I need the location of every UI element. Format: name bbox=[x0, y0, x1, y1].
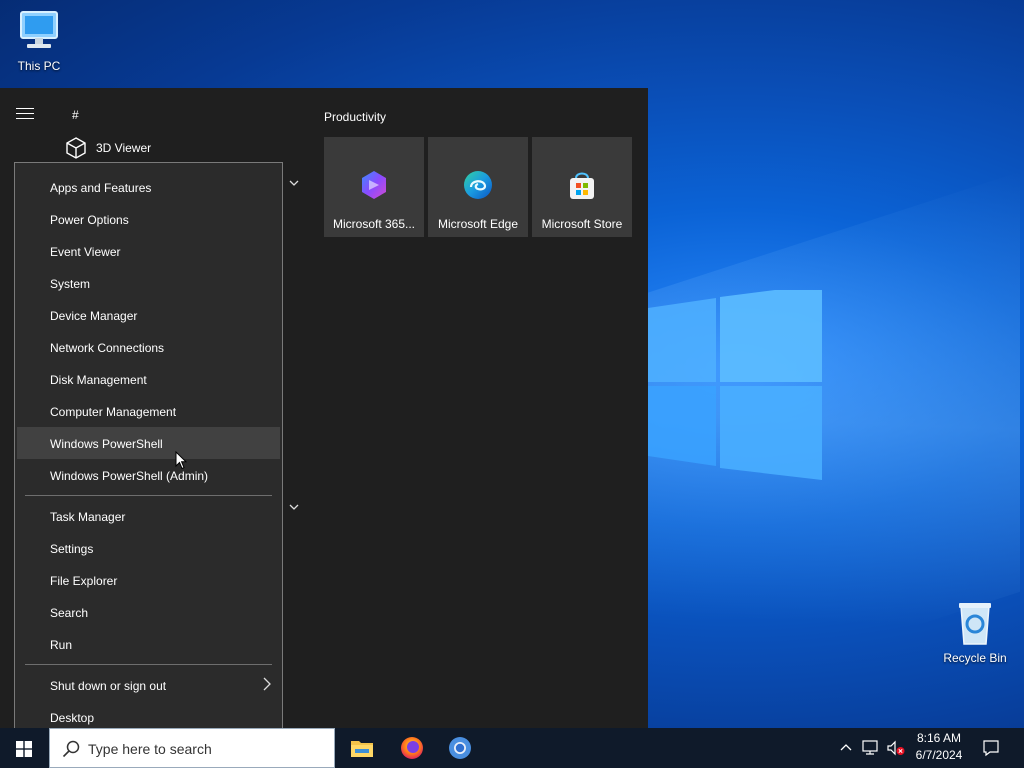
power-user-context-menu: Apps and Features Power Options Event Vi… bbox=[14, 162, 283, 740]
menu-item-apps-and-features[interactable]: Apps and Features bbox=[17, 171, 280, 203]
desktop-icon-label: Recycle Bin bbox=[943, 651, 1007, 665]
menu-separator bbox=[25, 664, 272, 665]
desktop-icon-recycle-bin[interactable]: Recycle Bin bbox=[937, 600, 1013, 665]
menu-separator bbox=[25, 495, 272, 496]
hamburger-menu-icon[interactable] bbox=[16, 108, 34, 122]
tile-microsoft-365[interactable]: Microsoft 365... bbox=[324, 137, 424, 237]
menu-item-power-options[interactable]: Power Options bbox=[17, 203, 280, 235]
menu-item-run[interactable]: Run bbox=[17, 628, 280, 660]
recycle-bin-icon bbox=[959, 603, 991, 645]
menu-item-computer-management[interactable]: Computer Management bbox=[17, 395, 280, 427]
menu-item-label: Computer Management bbox=[50, 405, 177, 419]
menu-item-label: Event Viewer bbox=[50, 245, 121, 259]
file-explorer-icon[interactable] bbox=[346, 732, 378, 764]
menu-item-label: Desktop bbox=[50, 711, 95, 725]
menu-item-device-manager[interactable]: Device Manager bbox=[17, 299, 280, 331]
clock-date: 6/7/2024 bbox=[915, 748, 963, 762]
search-placeholder: Type here to search bbox=[88, 741, 212, 757]
chevron-up-icon[interactable] bbox=[840, 742, 852, 752]
cube-icon bbox=[66, 137, 86, 159]
menu-item-event-viewer[interactable]: Event Viewer bbox=[17, 235, 280, 267]
tile-label: Microsoft Store bbox=[541, 217, 623, 231]
search-icon bbox=[62, 740, 80, 758]
chevron-down-icon[interactable] bbox=[289, 504, 299, 511]
menu-item-windows-powershell[interactable]: Windows PowerShell bbox=[17, 427, 280, 459]
tile-label: Microsoft 365... bbox=[332, 217, 416, 231]
menu-item-shut-down-or-sign-out[interactable]: Shut down or sign out bbox=[17, 669, 280, 701]
menu-item-label: Windows PowerShell bbox=[50, 437, 163, 451]
menu-item-system[interactable]: System bbox=[17, 267, 280, 299]
menu-item-network-connections[interactable]: Network Connections bbox=[17, 331, 280, 363]
menu-item-task-manager[interactable]: Task Manager bbox=[17, 500, 280, 532]
menu-item-label: Task Manager bbox=[50, 510, 126, 524]
menu-item-label: Run bbox=[50, 638, 73, 652]
menu-item-label: Power Options bbox=[50, 213, 129, 227]
menu-item-label: Device Manager bbox=[50, 309, 138, 323]
menu-item-label: Network Connections bbox=[50, 341, 165, 355]
tile-label: Microsoft Edge bbox=[437, 217, 519, 231]
app-list-item-3d-viewer[interactable]: 3D Viewer bbox=[64, 136, 151, 160]
menu-item-label: Apps and Features bbox=[50, 181, 152, 195]
menu-item-label: Search bbox=[50, 606, 89, 620]
mouse-cursor-icon bbox=[175, 451, 187, 470]
edge-icon bbox=[464, 171, 492, 199]
app-label: 3D Viewer bbox=[96, 141, 152, 155]
menu-item-search[interactable]: Search bbox=[17, 596, 280, 628]
start-button[interactable] bbox=[0, 728, 48, 768]
firefox-icon[interactable] bbox=[396, 732, 428, 764]
taskbar-clock[interactable]: 8:16 AM 6/7/2024 bbox=[906, 730, 972, 764]
menu-item-windows-powershell-admin[interactable]: Windows PowerShell (Admin) bbox=[17, 459, 280, 491]
windows-start-icon bbox=[16, 741, 32, 757]
menu-item-label: Shut down or sign out bbox=[50, 679, 167, 693]
desktop-icon-this-pc[interactable]: This PC bbox=[1, 8, 77, 73]
desktop-icon-label: This PC bbox=[17, 59, 61, 73]
volume-muted-icon[interactable] bbox=[886, 740, 906, 756]
app-list-section-letter[interactable]: # bbox=[72, 108, 79, 122]
microsoft-365-icon bbox=[362, 171, 386, 199]
chevron-down-icon[interactable] bbox=[289, 180, 299, 187]
menu-item-label: System bbox=[50, 277, 91, 291]
store-icon bbox=[570, 172, 594, 199]
menu-item-disk-management[interactable]: Disk Management bbox=[17, 363, 280, 395]
menu-item-label: Settings bbox=[50, 542, 94, 556]
menu-item-file-explorer[interactable]: File Explorer bbox=[17, 564, 280, 596]
menu-item-label: Windows PowerShell (Admin) bbox=[50, 469, 209, 483]
tile-microsoft-store[interactable]: Microsoft Store bbox=[532, 137, 632, 237]
tile-microsoft-edge[interactable]: Microsoft Edge bbox=[428, 137, 528, 237]
network-icon[interactable] bbox=[862, 740, 880, 756]
menu-item-settings[interactable]: Settings bbox=[17, 532, 280, 564]
chevron-right-icon bbox=[263, 677, 271, 691]
chrome-icon[interactable] bbox=[444, 732, 476, 764]
menu-item-label: File Explorer bbox=[50, 574, 118, 588]
windows-logo-wallpaper bbox=[648, 290, 822, 480]
menu-item-label: Disk Management bbox=[50, 373, 147, 387]
tile-group-title: Productivity bbox=[324, 110, 387, 124]
action-center-icon[interactable] bbox=[982, 739, 1000, 757]
clock-time: 8:16 AM bbox=[916, 731, 962, 745]
taskbar-search-box[interactable]: Type here to search bbox=[49, 728, 335, 768]
computer-icon bbox=[20, 11, 58, 48]
taskbar: Type here to search 8:16 AM 6/7/2024 bbox=[0, 728, 1024, 768]
